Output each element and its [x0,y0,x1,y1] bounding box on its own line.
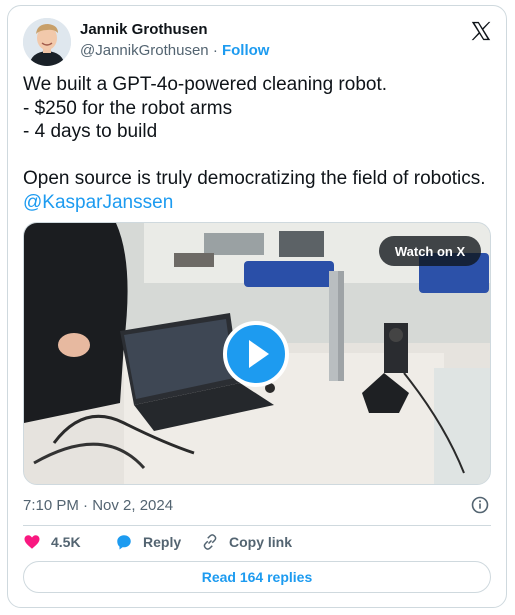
tweet-text: We built a GPT-4o-powered cleaning robot… [23,73,498,215]
video-player[interactable]: Watch on X [23,222,491,485]
separator-dot: · [212,42,218,59]
like-button[interactable]: 4.5K [23,533,81,551]
reply-button[interactable]: Reply [115,533,181,551]
author-handle-line: @JannikGrothusen · Follow [80,42,269,59]
reply-bubble-icon [117,535,131,550]
follow-button[interactable]: Follow [222,42,270,59]
reply-label: Reply [143,534,182,550]
watch-on-x-button[interactable]: Watch on X [379,236,481,266]
heart-icon [24,535,40,549]
avatar[interactable] [23,18,71,66]
play-triangle [249,340,269,368]
read-replies-button[interactable]: Read 164 replies [23,561,491,593]
copy-link-label: Copy link [229,534,293,550]
like-count: 4.5K [51,534,81,550]
mention-link[interactable]: @KasparJanssen [23,191,498,215]
timestamp[interactable]: 7:10 PM · Nov 2, 2024 [23,497,173,514]
copy-link-button[interactable]: Copy link [201,533,292,551]
info-icon[interactable] [471,496,489,514]
tweet-line: - $250 for the robot arms [23,97,233,119]
x-logo-icon[interactable] [470,20,492,42]
link-icon [203,534,217,550]
play-icon[interactable] [223,321,289,387]
author-name[interactable]: Jannik Grothusen [80,21,208,38]
tweet-line: We built a GPT-4o-powered cleaning robot… [23,74,388,95]
divider [23,525,491,526]
author-handle[interactable]: @JannikGrothusen [80,42,209,59]
tweet-line: Open source is truly democratizing the f… [23,168,486,190]
tweet-card: Jannik Grothusen @JannikGrothusen · Foll… [7,5,507,608]
profile-photo-icon [23,18,71,66]
tweet-line: - 4 days to build [23,121,158,143]
